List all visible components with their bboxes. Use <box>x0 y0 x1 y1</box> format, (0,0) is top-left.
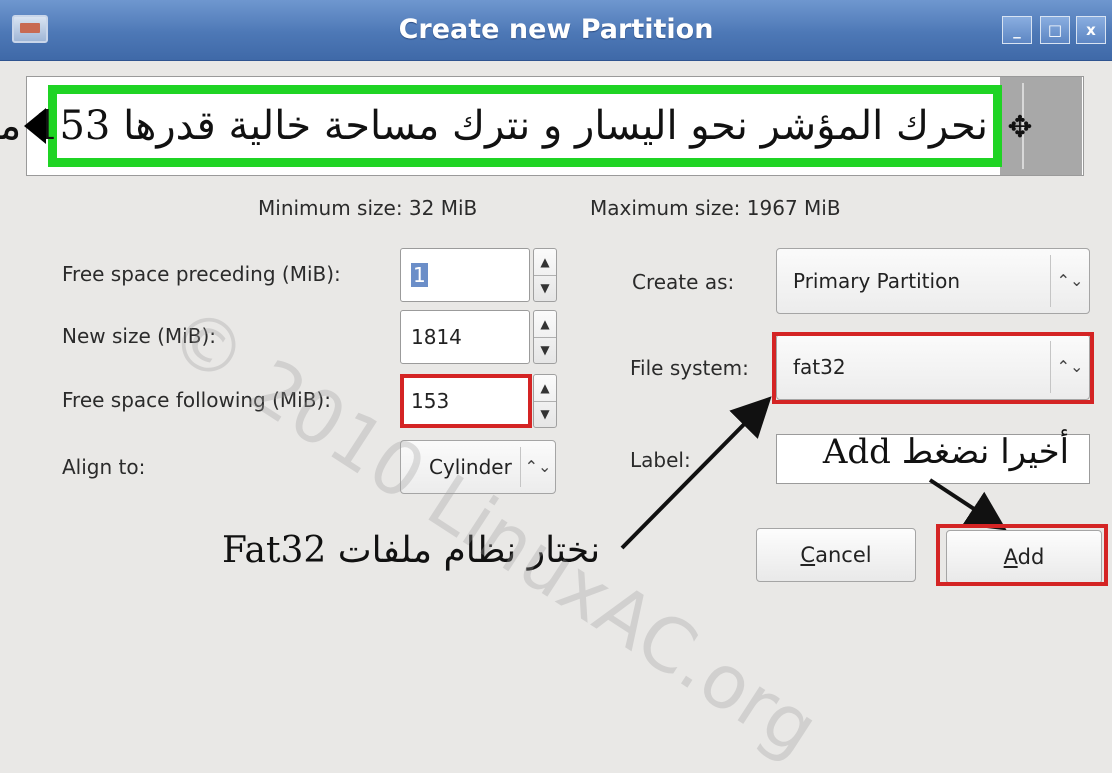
cancel-label: ancel <box>815 543 872 567</box>
add-highlight <box>936 524 1108 586</box>
annotation-arrows <box>620 396 1007 550</box>
arrow-to-filesystem <box>620 396 772 550</box>
arrow-to-add <box>928 478 1007 531</box>
cancel-mnemonic: C <box>800 543 816 567</box>
cancel-button[interactable]: Cancel <box>756 528 916 582</box>
